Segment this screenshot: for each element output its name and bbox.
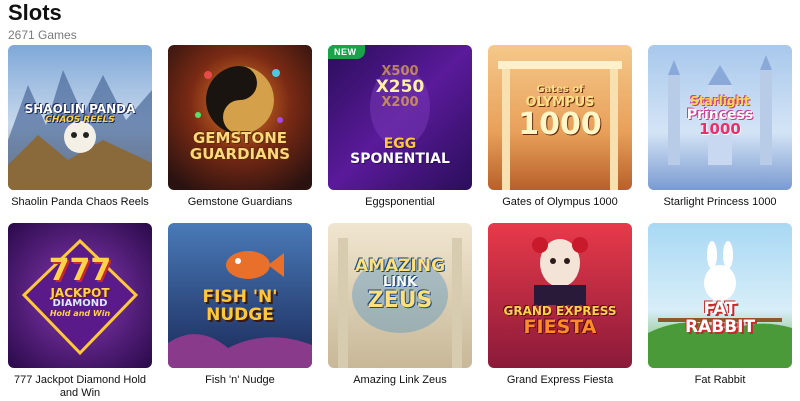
game-card[interactable]: GEMSTONE GUARDIANS Gemstone Guardians [168, 45, 312, 223]
games-grid: SHAOLIN PANDA CHAOS REELS Shaolin Panda … [8, 45, 793, 401]
game-thumbnail[interactable]: NEW X500 X250 X200 EGG SPONENTIAL [328, 45, 472, 190]
game-title[interactable]: 777 Jackpot Diamond Hold and Win [8, 374, 152, 400]
game-card[interactable]: FAT RABBIT Fat Rabbit [648, 223, 792, 401]
game-title[interactable]: Shaolin Panda Chaos Reels [8, 196, 152, 209]
game-thumbnail[interactable]: FAT RABBIT [648, 223, 792, 368]
game-card[interactable]: Gates of OLYMPUS 1000 Gates of Olympus 1… [488, 45, 632, 223]
game-title[interactable]: Starlight Princess 1000 [648, 196, 792, 209]
game-thumbnail[interactable]: 777 JACKPOT DIAMOND Hold and Win [8, 223, 152, 368]
page-header: Slots 2671 Games [8, 0, 77, 42]
game-title[interactable]: Eggsponential [328, 196, 472, 209]
game-thumbnail[interactable]: Gates of OLYMPUS 1000 [488, 45, 632, 190]
game-title[interactable]: Fish 'n' Nudge [168, 374, 312, 387]
game-thumbnail[interactable]: SHAOLIN PANDA CHAOS REELS [8, 45, 152, 190]
game-title[interactable]: Gates of Olympus 1000 [488, 196, 632, 209]
game-thumbnail[interactable]: FISH 'N' NUDGE [168, 223, 312, 368]
game-title[interactable]: Fat Rabbit [648, 374, 792, 387]
game-title[interactable]: Amazing Link Zeus [328, 374, 472, 387]
game-card[interactable]: SHAOLIN PANDA CHAOS REELS Shaolin Panda … [8, 45, 152, 223]
page-title: Slots [8, 0, 62, 25]
game-card[interactable]: GRAND EXPRESS FIESTA Grand Express Fiest… [488, 223, 632, 401]
game-card[interactable]: Starlight Princess 1000 Starlight Prince… [648, 45, 792, 223]
game-card[interactable]: FISH 'N' NUDGE Fish 'n' Nudge [168, 223, 312, 401]
game-thumbnail[interactable]: GEMSTONE GUARDIANS [168, 45, 312, 190]
game-title[interactable]: Gemstone Guardians [168, 196, 312, 209]
game-artwork [168, 45, 312, 190]
game-artwork [488, 223, 632, 368]
game-title[interactable]: Grand Express Fiesta [488, 374, 632, 387]
game-thumbnail[interactable]: GRAND EXPRESS FIESTA [488, 223, 632, 368]
new-badge: NEW [328, 45, 365, 59]
game-card[interactable]: 777 JACKPOT DIAMOND Hold and Win 777 Jac… [8, 223, 152, 401]
game-thumbnail[interactable]: Starlight Princess 1000 [648, 45, 792, 190]
games-count: 2671 Games [8, 28, 77, 42]
game-thumbnail[interactable]: AMAZING LINK ZEUS [328, 223, 472, 368]
game-card[interactable]: AMAZING LINK ZEUS Amazing Link Zeus [328, 223, 472, 401]
game-artwork [648, 223, 792, 368]
game-card[interactable]: NEW X500 X250 X200 EGG SPONENTIAL Eggspo… [328, 45, 472, 223]
